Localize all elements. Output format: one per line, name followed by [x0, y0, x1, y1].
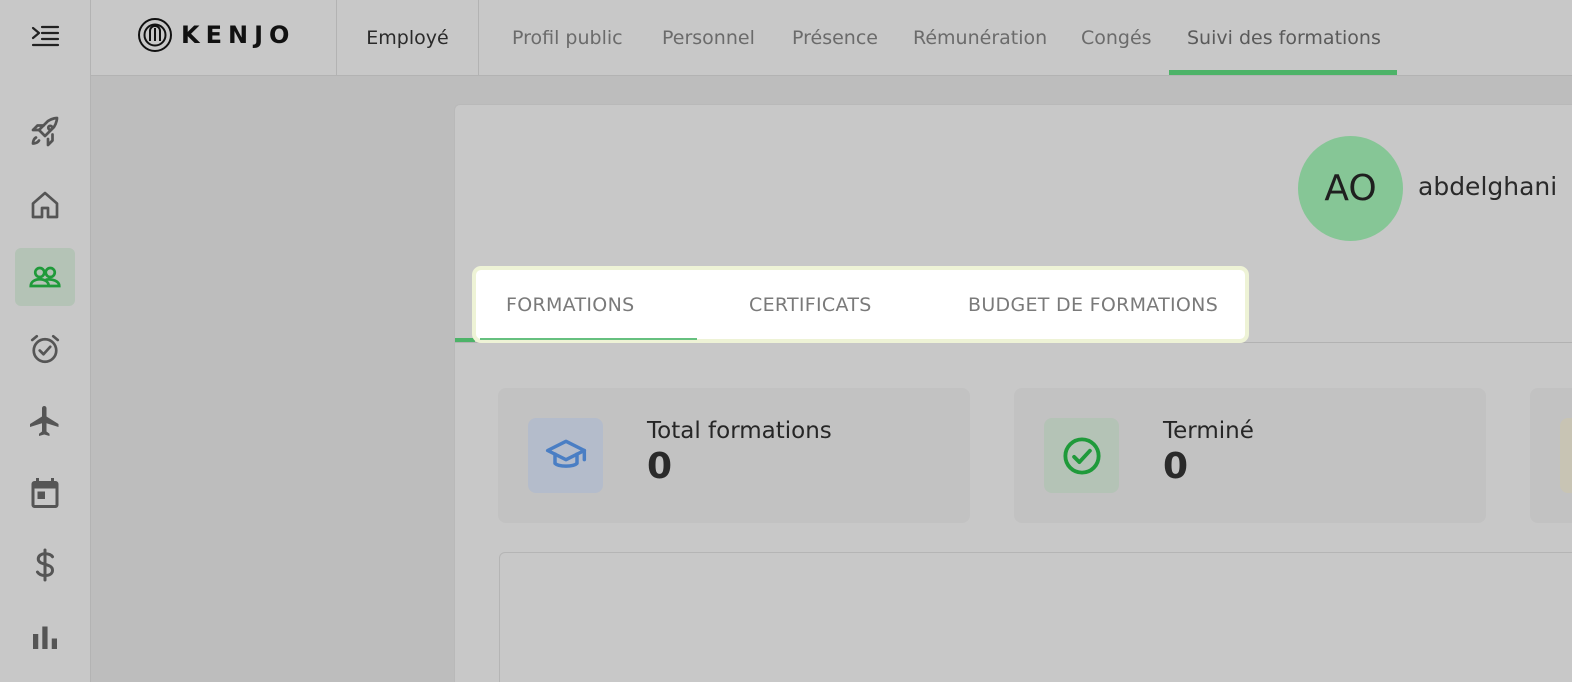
people-icon [29, 266, 61, 288]
rocket-icon [31, 116, 59, 147]
graduation-cap-icon [545, 439, 586, 468]
training-subtabs: FORMATIONS CERTIFICATS BUDGET DE FORMATI… [472, 266, 1249, 343]
stat-icon-box [1044, 418, 1119, 493]
calendar-icon [31, 478, 59, 508]
logo-text: KENJO [181, 21, 296, 49]
home-icon [31, 191, 59, 219]
role-label[interactable]: Employé [336, 0, 479, 75]
tab-suivi-des-formations[interactable]: Suivi des formations [1187, 0, 1381, 75]
tab-presence[interactable]: Présence [792, 0, 878, 75]
stat-icon-box [528, 418, 603, 493]
stat-card-partial [1530, 388, 1572, 523]
top-navigation: KENJO Employé Profil public Personnel Pr… [91, 0, 1572, 76]
kenjo-logo[interactable]: KENJO [137, 17, 295, 53]
formations-list [499, 552, 1572, 682]
kenjo-logo-icon [138, 18, 172, 52]
stat-label: Terminé [1163, 418, 1254, 444]
check-circle-icon [1062, 436, 1101, 475]
bar-chart-icon [33, 626, 57, 649]
stat-label: Total formations [647, 418, 832, 444]
nav-item-time-off[interactable] [15, 392, 75, 450]
tab-personnel[interactable]: Personnel [662, 0, 755, 75]
tab-conges[interactable]: Congés [1081, 0, 1152, 75]
menu-toggle-button[interactable] [27, 20, 63, 52]
avatar-initials: AO [1324, 168, 1377, 209]
stat-card-total-formations: Total formations 0 [498, 388, 970, 523]
subtab-budget-de-formations[interactable]: BUDGET DE FORMATIONS [968, 270, 1218, 339]
stat-value: 0 [647, 446, 673, 487]
nav-item-people[interactable] [15, 248, 75, 306]
tab-profil-public[interactable]: Profil public [512, 0, 623, 75]
subtab-certificats[interactable]: CERTIFICATS [749, 270, 872, 339]
nav-item-calendar[interactable] [15, 464, 75, 522]
stat-value: 0 [1163, 446, 1189, 487]
nav-item-getting-started[interactable] [15, 104, 75, 162]
nav-item-home[interactable] [15, 176, 75, 234]
avatar: AO [1298, 136, 1403, 241]
airplane-icon [30, 406, 59, 436]
nav-item-attendance[interactable] [15, 320, 75, 378]
tab-remuneration[interactable]: Rémunération [913, 0, 1047, 75]
active-tab-indicator [1169, 70, 1397, 75]
dollar-icon [36, 548, 55, 582]
alarm-check-icon [30, 334, 60, 364]
subtab-formations[interactable]: FORMATIONS [506, 270, 634, 339]
menu-collapse-icon [31, 25, 60, 47]
user-name: abdelghani [1418, 172, 1558, 201]
nav-item-analytics[interactable] [15, 608, 75, 666]
nav-item-compensation[interactable] [15, 536, 75, 594]
stat-card-termine: Terminé 0 [1014, 388, 1486, 523]
subtab-active-indicator [480, 338, 697, 340]
stat-icon-box [1560, 418, 1572, 493]
sidebar [0, 0, 91, 682]
